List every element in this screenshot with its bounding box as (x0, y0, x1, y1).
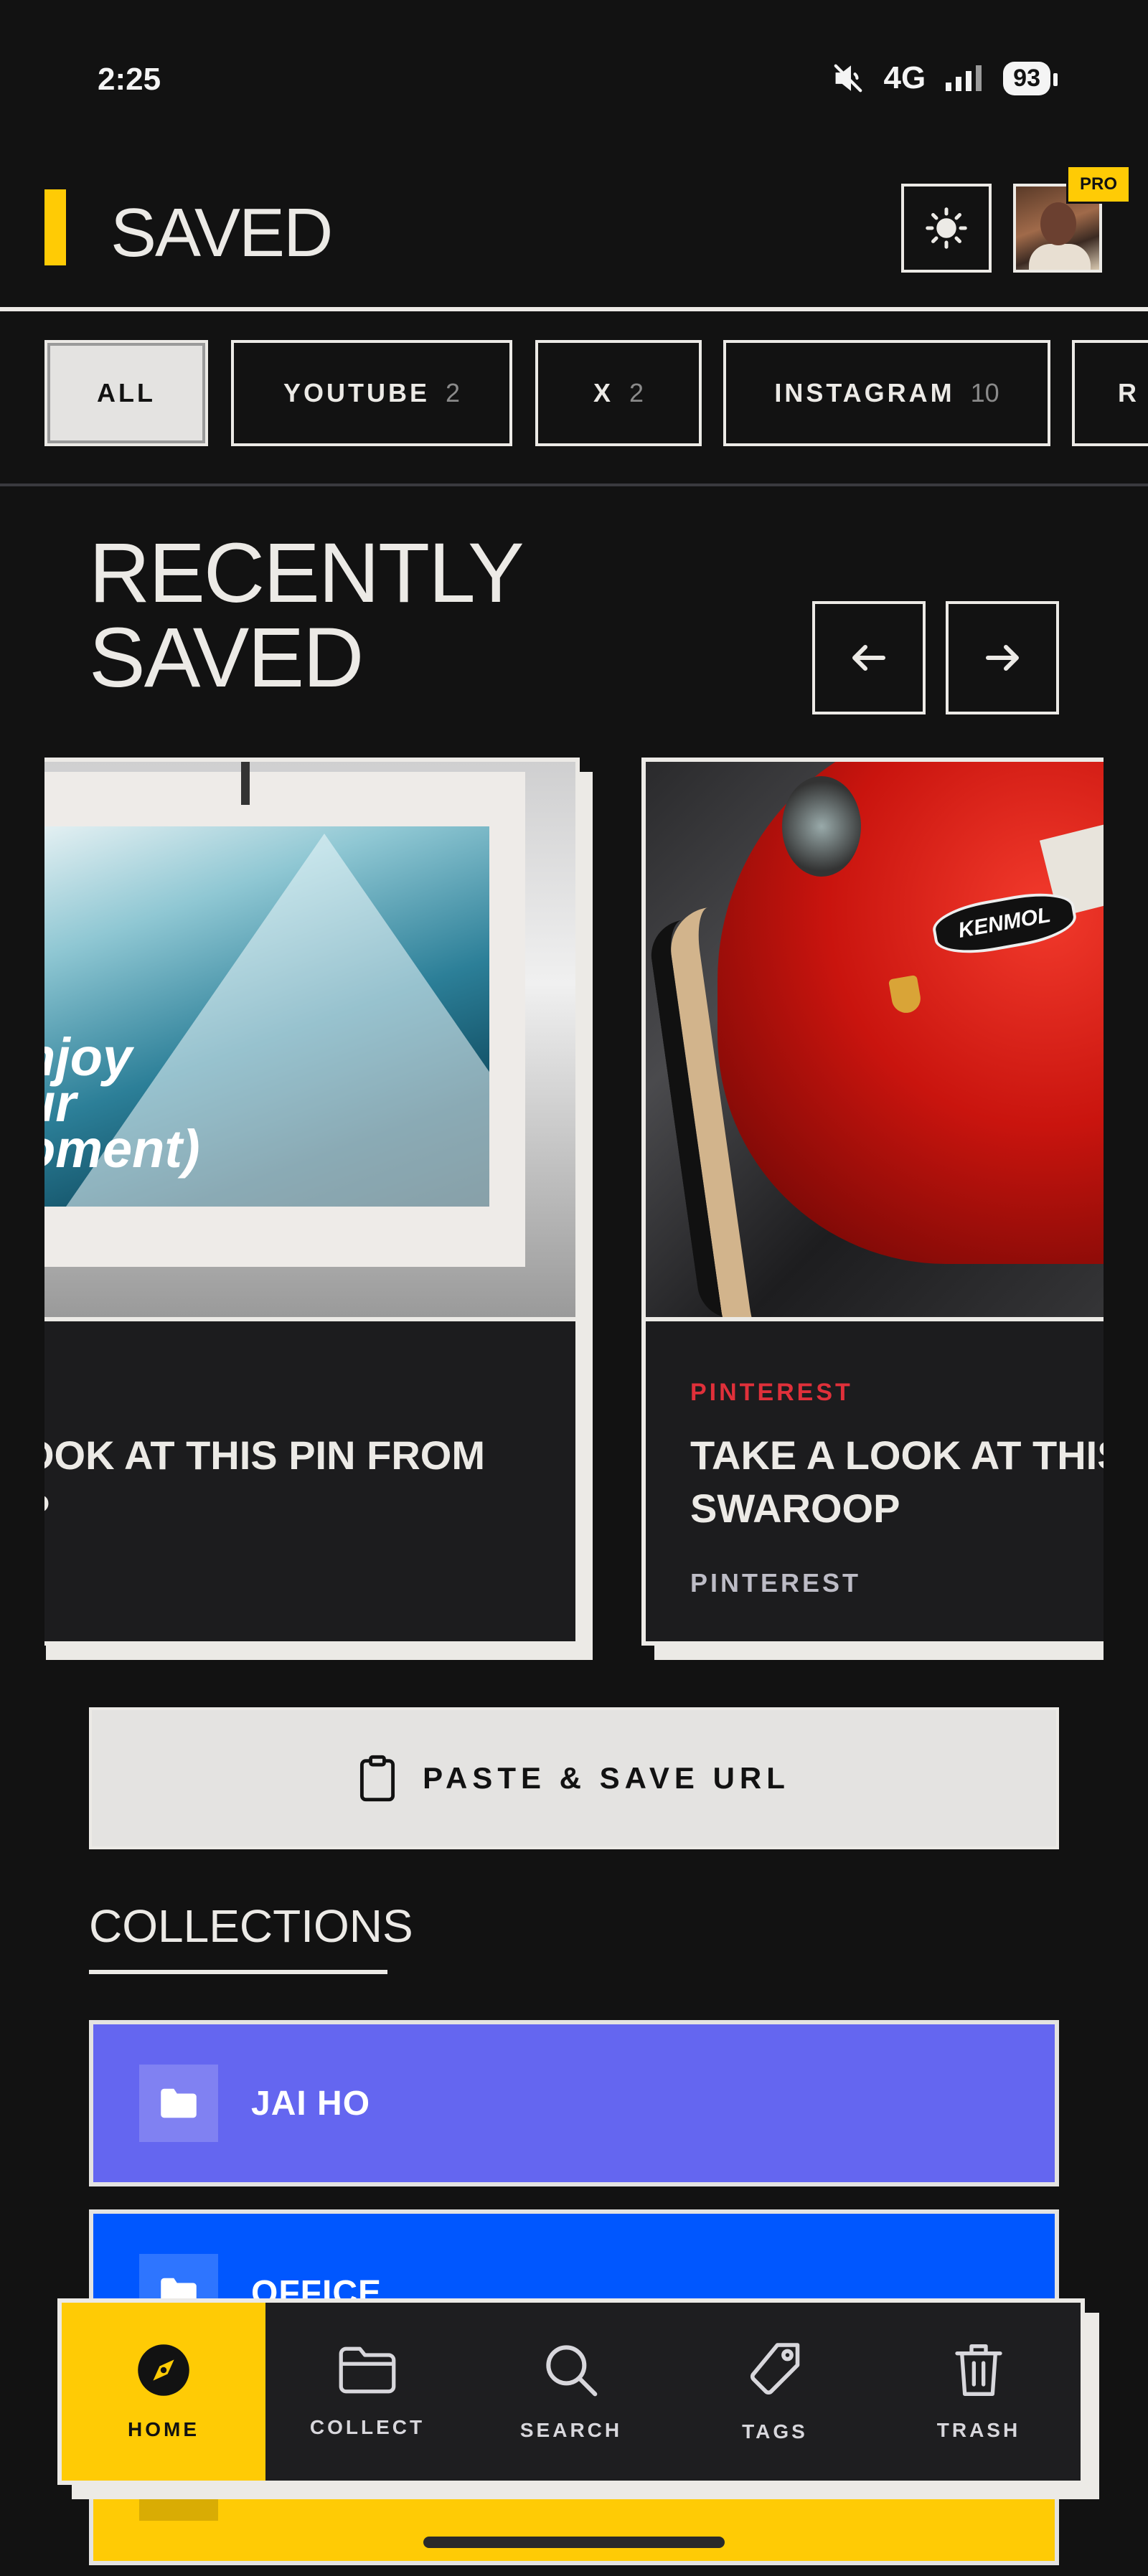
trash-icon (955, 2344, 1002, 2396)
saved-card[interactable]: njoy ur oment) OOK AT THIS PIN FROM P (44, 758, 593, 1660)
network-type: 4G (883, 60, 926, 95)
status-time: 2:25 (98, 62, 161, 97)
collection-jai-ho[interactable]: JAI HO (89, 2020, 1059, 2186)
bottom-nav: HOME COLLECT SEARCH TAGS TRASH (57, 2298, 1085, 2485)
sun-icon (926, 207, 967, 249)
collections-title: COLLECTIONS (89, 1900, 413, 1952)
filter-chip-count: 2 (445, 378, 461, 407)
collection-label: JAI HO (251, 2084, 371, 2123)
card-thumbnail: KENMOL (646, 762, 1104, 1321)
home-indicator (423, 2537, 725, 2548)
mute-icon (834, 64, 862, 93)
page-title: SAVED (110, 194, 333, 271)
paste-save-url-button[interactable]: PASTE & SAVE URL (89, 1707, 1059, 1849)
theme-toggle-button[interactable] (901, 184, 992, 273)
collections-underline (89, 1970, 387, 1974)
status-bar: 2:25 4G 93 (0, 0, 1148, 165)
header-accent-bar (44, 189, 66, 265)
nav-home[interactable]: HOME (62, 2303, 265, 2481)
signal-icon (946, 65, 982, 91)
status-icons: 4G 93 (832, 60, 1058, 96)
filter-chip-partial[interactable]: R (1072, 340, 1148, 446)
filter-chip-label: ALL (97, 378, 156, 407)
filter-chip-count: 10 (970, 378, 999, 407)
nav-search[interactable]: SEARCH (469, 2303, 673, 2481)
filter-chip-x[interactable]: X 2 (535, 340, 702, 446)
folder-icon (139, 2065, 218, 2142)
saved-card[interactable]: KENMOL PINTEREST TAKE A LOOK AT THIS SWA… (641, 758, 1104, 1660)
thumbnail-text: njoy ur oment) (44, 1027, 200, 1179)
filter-chip-youtube[interactable]: YOUTUBE 2 (231, 340, 512, 446)
card-title: OOK AT THIS PIN FROM P (44, 1433, 485, 1531)
nav-label: HOME (128, 2418, 199, 2440)
header-divider (0, 307, 1148, 311)
compass-icon (138, 2344, 189, 2396)
filter-chip-count: 2 (629, 378, 644, 407)
nav-label: TRASH (936, 2419, 1021, 2441)
filter-chip-label: INSTAGRAM (774, 378, 955, 407)
arrow-right-icon (986, 645, 1019, 671)
recently-saved-carousel[interactable]: njoy ur oment) OOK AT THIS PIN FROM P (44, 758, 1104, 1661)
battery-indicator: 93 (1003, 61, 1058, 95)
search-icon (546, 2345, 598, 2397)
pro-badge: PRO (1066, 165, 1131, 204)
carousel-next-button[interactable] (946, 601, 1059, 714)
nav-label: TAGS (742, 2420, 808, 2443)
card-title: TAKE A LOOK AT THIS SWAROOP (690, 1433, 1104, 1531)
app-header: SAVED PRO (0, 165, 1148, 308)
paste-save-url-label: PASTE & SAVE URL (423, 1761, 790, 1795)
tag-icon (751, 2343, 800, 2395)
carousel-prev-button[interactable] (812, 601, 926, 714)
card-source: PINTEREST (690, 1379, 853, 1406)
filter-chip-label: YOUTUBE (283, 378, 430, 407)
filter-chip-label: R (1118, 378, 1139, 407)
nav-tags[interactable]: TAGS (673, 2303, 877, 2481)
card-meta: PINTEREST (690, 1568, 862, 1598)
filters-divider (0, 483, 1148, 486)
filter-chips: ALL YOUTUBE 2 X 2 INSTAGRAM 10 R (0, 337, 1148, 452)
card-thumbnail: njoy ur oment) (44, 762, 575, 1321)
nav-label: SEARCH (519, 2419, 623, 2441)
filter-chip-all[interactable]: ALL (44, 340, 208, 446)
folder-icon (339, 2346, 396, 2394)
filter-chip-label: X (593, 378, 613, 407)
nav-collect[interactable]: COLLECT (265, 2303, 469, 2481)
nav-label: COLLECT (309, 2416, 425, 2438)
arrow-left-icon (852, 645, 885, 671)
nav-trash[interactable]: TRASH (877, 2303, 1081, 2481)
recently-saved-title: RECENTLY SAVED (89, 526, 524, 705)
filter-chip-instagram[interactable]: INSTAGRAM 10 (723, 340, 1050, 446)
clipboard-icon (360, 1755, 395, 1802)
